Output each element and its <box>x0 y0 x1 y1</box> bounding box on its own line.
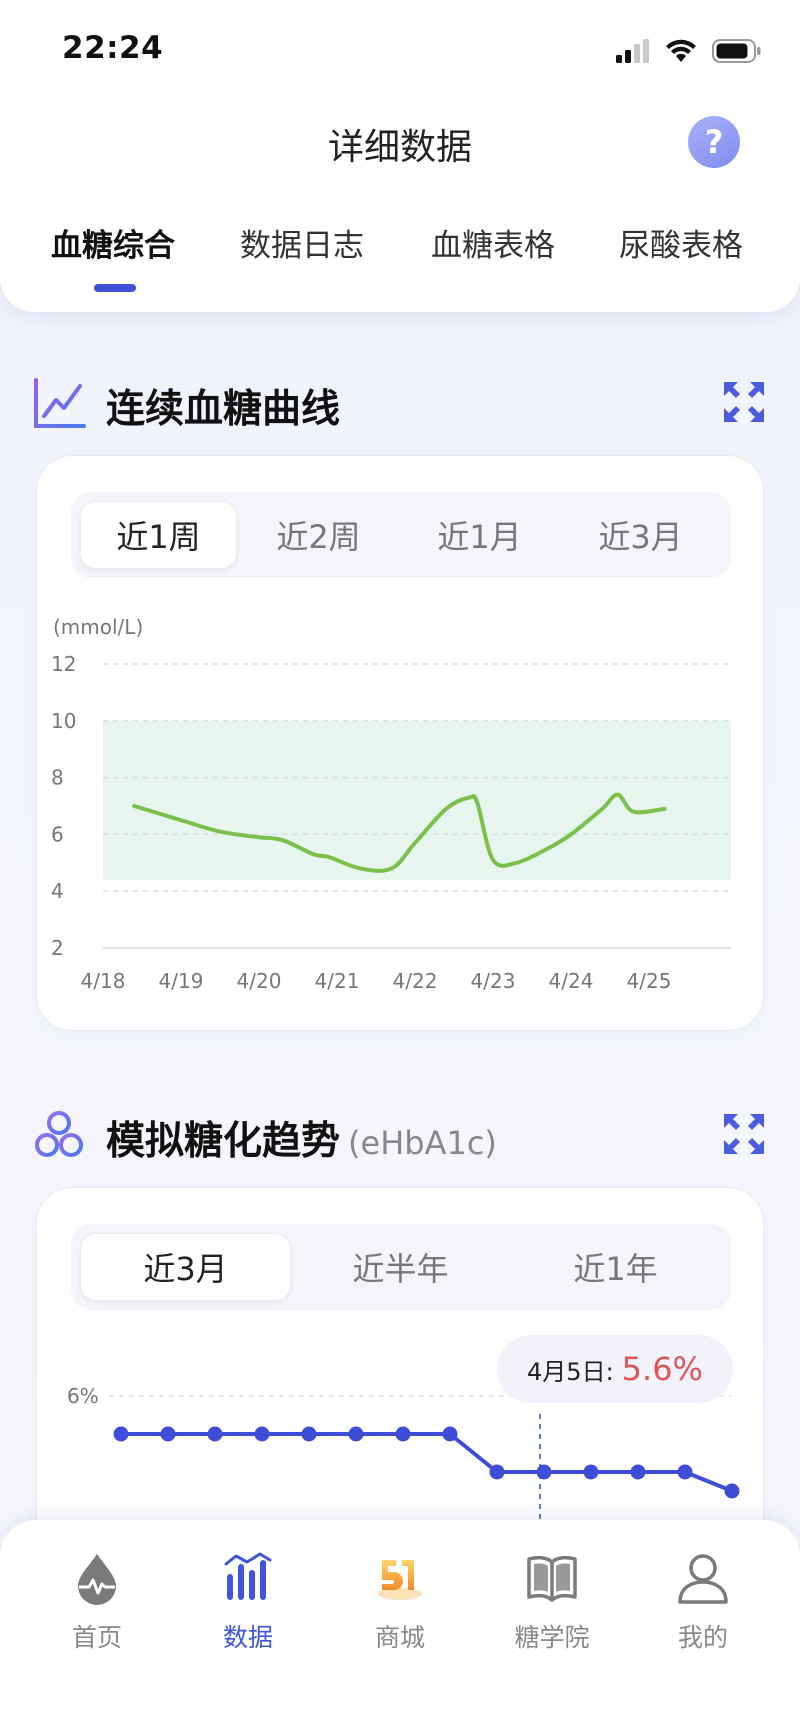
expand-icon[interactable] <box>722 1112 766 1156</box>
glucose-section-header: 连续血糖曲线 <box>0 372 800 432</box>
tooltip-date: 4月5日: <box>527 1357 614 1386</box>
hba1c-data-point <box>489 1464 505 1480</box>
status-bar: 22:24 <box>0 0 800 100</box>
bottom-tab-academy-label: 糖学院 <box>514 1623 590 1652</box>
x-tick-label: 4/20 <box>237 969 282 993</box>
x-tick-label: 4/21 <box>315 969 360 993</box>
y-tick-label: 6 <box>51 822 64 846</box>
status-icons <box>616 36 762 66</box>
status-time: 22:24 <box>62 30 164 66</box>
x-tick-label: 4/22 <box>393 969 438 993</box>
bottom-tab-data-label: 数据 <box>222 1623 273 1652</box>
x-tick-label: 4/18 <box>81 969 126 993</box>
target-range-band <box>103 720 731 880</box>
glucose-chart-card: 近1周 近2周 近1月 近3月 (mmol/L) 2 4 6 8 10 12 4/18 4/19… <box>36 455 764 1031</box>
y-tick-label: 4 <box>51 879 64 903</box>
line-chart-icon <box>34 378 86 428</box>
tab-data-log[interactable]: 数据日志 <box>240 220 364 265</box>
molecule-rings-icon <box>35 1111 83 1157</box>
home-drop-icon <box>78 1554 116 1605</box>
hba1c-data-point <box>583 1464 599 1480</box>
page-title: 详细数据 <box>327 127 472 168</box>
y-tick-label: 12 <box>51 652 76 676</box>
hba1c-data-point <box>442 1426 458 1442</box>
bottom-tab-profile[interactable]: 我的 <box>643 1550 763 1670</box>
book-icon <box>527 1556 577 1602</box>
y-tick-label: 2 <box>51 936 64 960</box>
y-tick-label: 10 <box>51 709 76 733</box>
bottom-tab-home[interactable]: 首页 <box>37 1550 157 1670</box>
hba1c-data-point <box>630 1464 646 1480</box>
hba1c-data-point <box>348 1426 364 1442</box>
hba1c-data-point <box>536 1464 552 1480</box>
y-axis-unit-label: (mmol/L) <box>53 615 143 639</box>
hba1c-section-title: 模拟糖化趋势 (eHbA1c) <box>106 1110 497 1166</box>
tooltip-value: 5.6% <box>621 1350 703 1388</box>
wifi-icon <box>666 39 696 62</box>
mall-51-icon <box>378 1560 422 1600</box>
hba1c-data-point <box>301 1426 317 1442</box>
glucose-line-chart: (mmol/L) 2 4 6 8 10 12 4/18 4/19 4/20 4/21 4/22 4/23… <box>51 615 731 993</box>
glucose-section-title: 连续血糖曲线 <box>106 387 341 432</box>
hba1c-tooltip: 4月5日: 5.6% <box>497 1335 733 1403</box>
hba1c-title-text: 模拟糖化趋势 <box>106 1119 341 1164</box>
tab-uric-acid-table[interactable]: 尿酸表格 <box>619 220 743 265</box>
hba1c-subtitle: (eHbA1c) <box>348 1124 497 1162</box>
bottom-tab-home-label: 首页 <box>71 1623 122 1652</box>
help-question-icon: ? <box>704 123 724 161</box>
hba1c-data-point <box>724 1483 740 1499</box>
hba1c-data-point <box>677 1464 693 1480</box>
user-icon <box>678 1554 728 1604</box>
bottom-tab-mall-label: 商城 <box>374 1623 425 1652</box>
hba1c-section-header: 模拟糖化趋势 (eHbA1c) <box>0 1104 800 1164</box>
hba1c-data-point <box>160 1426 176 1442</box>
cellular-signal-icon <box>616 39 649 63</box>
x-tick-label: 4/25 <box>627 969 672 993</box>
help-button[interactable]: ? <box>688 116 740 168</box>
bottom-tab-academy[interactable]: 糖学院 <box>492 1550 612 1670</box>
hba1c-data-point <box>395 1426 411 1442</box>
y-tick-label: 8 <box>51 766 64 790</box>
x-tick-label: 4/23 <box>471 969 516 993</box>
x-tick-label: 4/24 <box>549 969 594 993</box>
expand-icon[interactable] <box>722 380 766 424</box>
hba1c-data-point <box>254 1426 270 1442</box>
hba1c-data-point <box>207 1426 223 1442</box>
data-chart-icon <box>224 1552 272 1600</box>
y-tick-label: 6% <box>67 1384 99 1408</box>
tab-glucose-overview[interactable]: 血糖综合 <box>51 220 175 265</box>
bottom-tab-profile-label: 我的 <box>677 1623 728 1652</box>
battery-icon <box>712 39 761 63</box>
bottom-tab-bar: 首页 数据 商城 糖学院 我的 <box>0 1520 800 1731</box>
tab-glucose-table[interactable]: 血糖表格 <box>431 220 555 265</box>
hba1c-series-line <box>121 1432 733 1493</box>
active-tab-indicator <box>94 284 136 292</box>
bottom-tab-mall[interactable]: 商城 <box>340 1550 460 1670</box>
header-card: 22:24 详细数据 ? 血糖综合 数据日志 血糖表格 尿酸表格 <box>0 0 800 312</box>
bottom-tab-data[interactable]: 数据 <box>188 1550 308 1670</box>
hba1c-data-point <box>113 1426 129 1442</box>
x-tick-label: 4/19 <box>159 969 204 993</box>
